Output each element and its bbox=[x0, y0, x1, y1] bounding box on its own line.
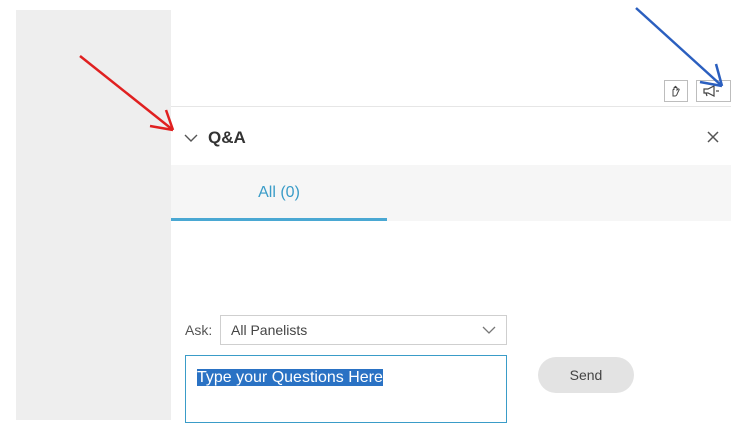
chevron-down-icon bbox=[482, 326, 496, 334]
qa-title: Q&A bbox=[208, 128, 246, 147]
raise-hand-button[interactable] bbox=[664, 80, 688, 102]
question-input[interactable]: Type your Questions Here bbox=[185, 355, 507, 423]
ask-row: Ask: All Panelists bbox=[185, 315, 507, 345]
megaphone-icon bbox=[703, 85, 719, 97]
qa-header: Q&A bbox=[171, 116, 731, 160]
top-toolbar bbox=[171, 0, 731, 107]
active-tab-indicator bbox=[171, 218, 387, 221]
close-icon[interactable] bbox=[706, 130, 720, 144]
qa-window: Q&A All (0) Ask: All Panelists Type your… bbox=[171, 0, 731, 428]
raise-hand-icon bbox=[672, 85, 680, 97]
ask-label: Ask: bbox=[185, 322, 213, 338]
ask-recipient-select[interactable]: All Panelists bbox=[220, 315, 507, 345]
left-gutter bbox=[16, 10, 171, 420]
megaphone-button[interactable] bbox=[696, 80, 731, 102]
question-input-text: Type your Questions Here bbox=[197, 369, 383, 386]
tab-all[interactable]: All (0) bbox=[171, 165, 387, 221]
qa-tab-bar: All (0) bbox=[171, 165, 731, 221]
chevron-down-icon[interactable] bbox=[184, 133, 198, 143]
ask-select-value: All Panelists bbox=[231, 322, 308, 338]
tab-all-label: All (0) bbox=[258, 184, 300, 201]
send-button[interactable]: Send bbox=[538, 357, 634, 393]
